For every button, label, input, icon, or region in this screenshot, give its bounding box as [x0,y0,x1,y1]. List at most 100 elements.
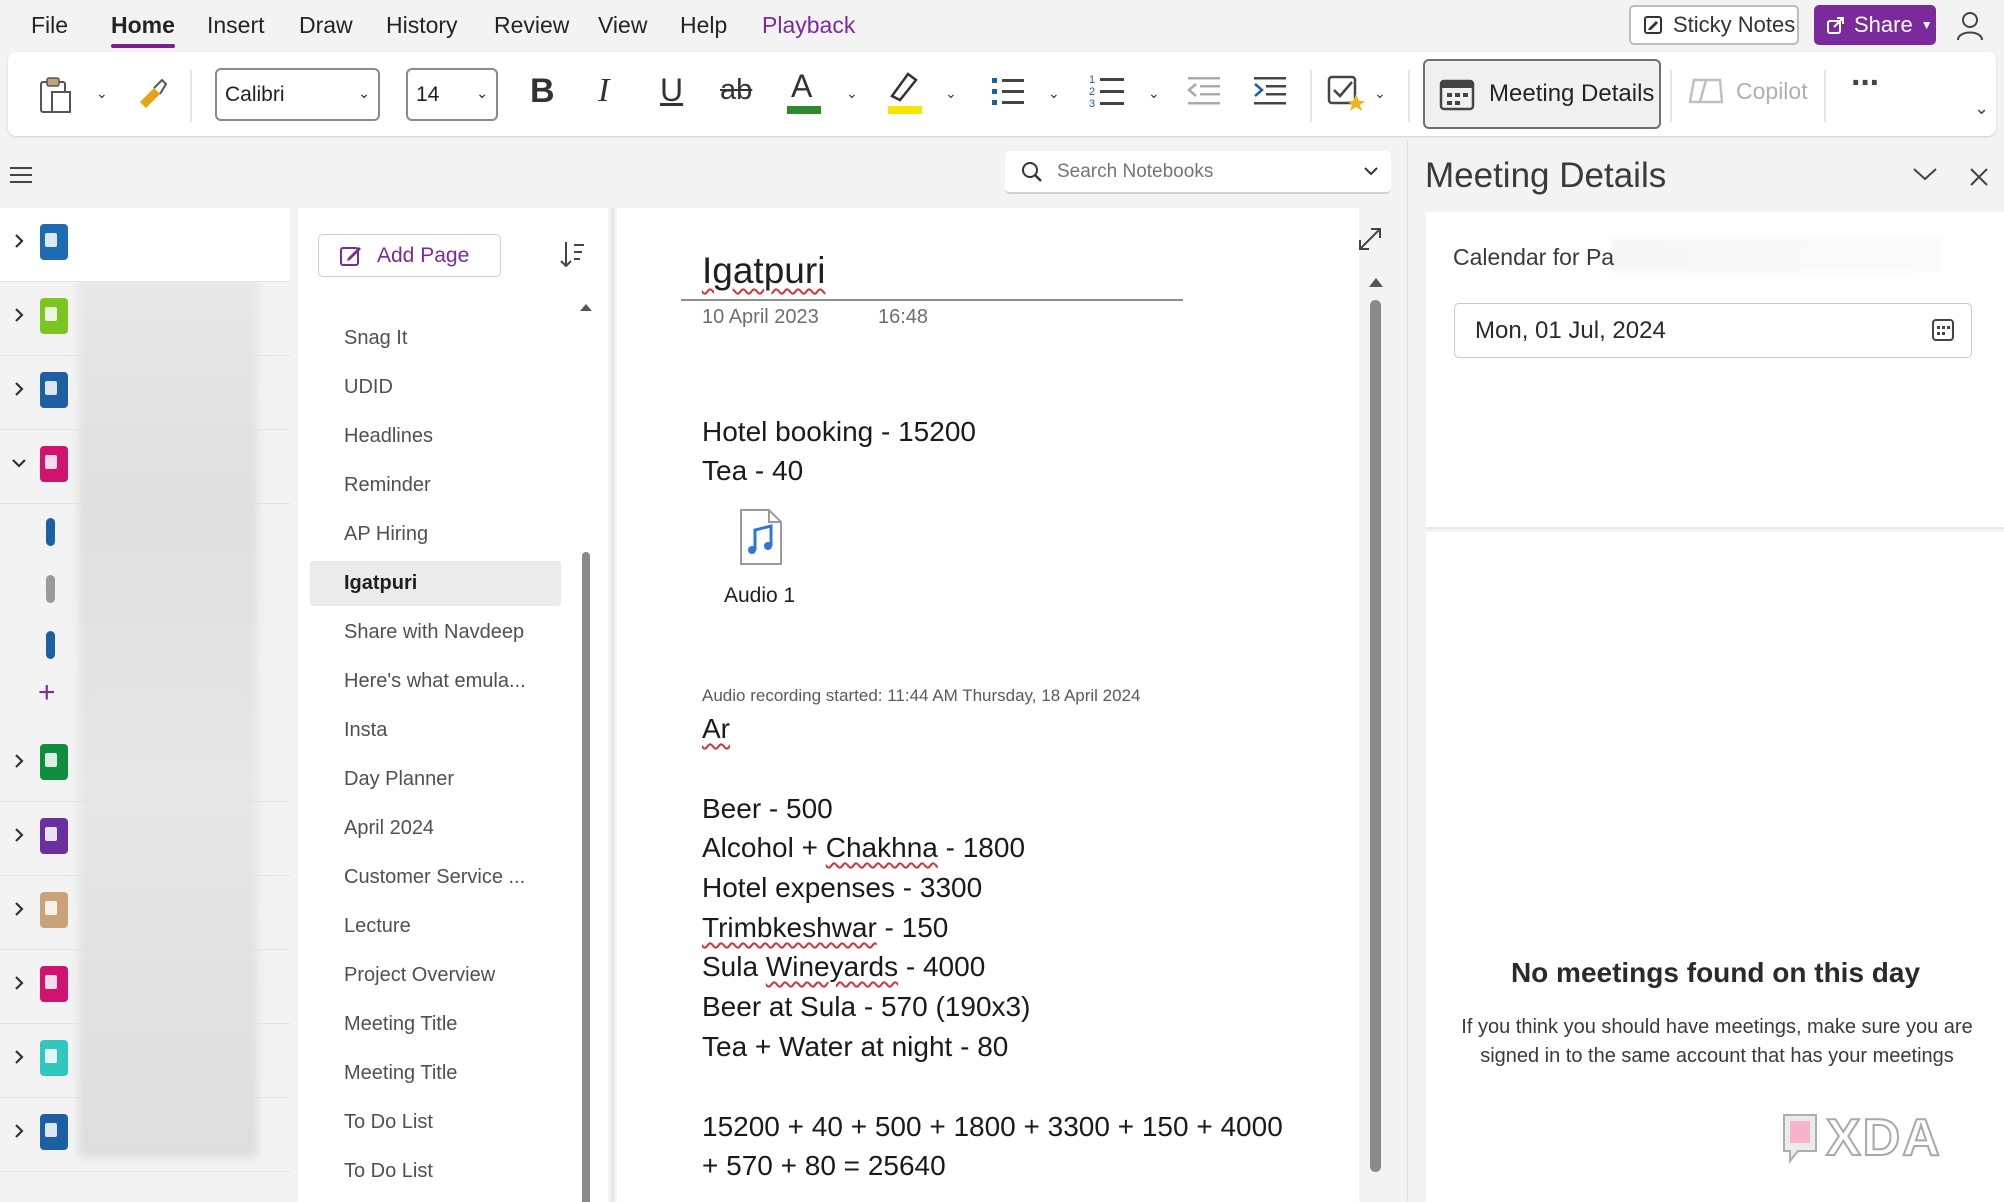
page-list-item[interactable]: Here's what emula... [310,659,561,704]
font-color-icon[interactable]: A [784,68,824,114]
page-list-item[interactable]: Lecture [310,904,561,949]
menu-help[interactable]: Help [680,12,727,39]
add-section-button[interactable]: + [38,676,56,710]
section-tab[interactable] [46,518,55,546]
meeting-details-button[interactable]: Meeting Details [1423,59,1661,129]
chevron-right-icon[interactable] [10,974,28,992]
note-line[interactable]: 15200 + 40 + 500 + 1800 + 3300 + 150 + 4… [702,1111,1283,1143]
chevron-right-icon[interactable] [10,900,28,918]
notebook-item[interactable] [0,728,290,802]
page-list-item[interactable]: Weekly Planner [310,1198,561,1202]
paste-icon[interactable] [38,76,72,114]
chevron-right-icon[interactable] [10,232,28,250]
share-button[interactable]: Share ▼ [1814,5,1936,45]
page-list-item[interactable]: Project Overview [310,953,561,998]
calendar-label[interactable]: Calendar for Pa [1453,244,1614,271]
page-list-item[interactable]: Customer Service ... [310,855,561,900]
page-list-item[interactable]: Insta [310,708,561,753]
hamburger-menu-icon[interactable] [10,166,32,184]
bold-icon[interactable]: B [530,72,555,111]
search-input[interactable] [1057,160,1357,183]
chevron-right-icon[interactable] [10,1122,28,1140]
chevron-down-icon[interactable] [10,454,28,472]
highlight-chevron-icon[interactable]: ⌄ [945,85,957,102]
menu-playback[interactable]: Playback [762,12,855,39]
chevron-right-icon[interactable] [10,380,28,398]
page-list-item[interactable]: Meeting Title [310,1051,561,1096]
page-list-item[interactable]: To Do List [310,1149,561,1194]
note-line[interactable]: Beer at Sula - 570 (190x3) [702,991,1030,1023]
section-tab[interactable] [46,575,55,603]
chevron-down-icon[interactable] [1363,164,1379,178]
font-color-chevron-icon[interactable]: ⌄ [846,85,858,102]
note-line[interactable]: Tea - 40 [702,455,803,487]
tag-todo-icon[interactable] [1326,72,1366,112]
collapse-pane-chevron-icon[interactable] [1912,166,1938,182]
menu-home[interactable]: Home [111,12,175,48]
page-list-item[interactable]: Igatpuri [310,561,561,606]
notebook-item[interactable] [0,282,290,356]
strikethrough-icon[interactable]: ab [720,74,752,107]
note-line[interactable]: Beer - 500 [702,793,833,825]
chevron-right-icon[interactable] [10,306,28,324]
sticky-notes-button[interactable]: Sticky Notes [1629,5,1799,45]
calendar-icon[interactable] [1931,318,1955,342]
numbered-list-icon[interactable]: 123 [1088,72,1126,110]
page-list-item[interactable]: UDID [310,365,561,410]
close-icon[interactable] [1969,167,1989,187]
highlight-icon[interactable] [884,68,924,114]
section-tab[interactable] [46,631,55,659]
note-line[interactable]: Trimbkeshwar - 150 [702,912,948,944]
menu-file[interactable]: File [31,12,68,39]
chevron-right-icon[interactable] [10,826,28,844]
page-list-item[interactable]: Reminder [310,463,561,508]
note-line[interactable]: Alcohol + Chakhna - 1800 [702,832,1025,864]
sort-pages-icon[interactable] [560,240,586,268]
notebook-item[interactable] [0,1024,290,1098]
collapse-ribbon-chevron-icon[interactable]: ⌄ [1974,98,1989,119]
paste-options-chevron-icon[interactable]: ⌄ [96,85,108,102]
note-canvas[interactable]: Igatpuri 10 April 2023 16:48 Hotel booki… [611,208,1383,1202]
audio-file-icon[interactable] [739,508,783,566]
decrease-indent-icon[interactable] [1186,74,1222,108]
note-line[interactable]: Hotel booking - 15200 [702,416,976,448]
note-line[interactable]: Tea + Water at night - 80 [702,1031,1008,1063]
font-name-select[interactable]: Calibri ⌄ [215,68,380,121]
page-list-item[interactable]: Share with Navdeep [310,610,561,655]
italic-icon[interactable]: I [598,72,609,110]
note-line[interactable]: + 570 + 80 = 25640 [702,1150,946,1182]
note-line[interactable]: Hotel expenses - 3300 [702,872,982,904]
more-options-icon[interactable]: ··· [1851,64,1881,103]
numbered-list-chevron-icon[interactable]: ⌄ [1148,85,1160,102]
menu-insert[interactable]: Insert [207,12,265,39]
notebook-item[interactable] [0,950,290,1024]
add-page-button[interactable]: Add Page [318,234,501,277]
chevron-right-icon[interactable] [10,752,28,770]
bullet-list-icon[interactable] [990,74,1026,108]
tag-chevron-icon[interactable]: ⌄ [1374,85,1386,102]
page-list-item[interactable]: Day Planner [310,757,561,802]
menu-review[interactable]: Review [494,12,569,39]
search-notebooks[interactable] [1005,151,1391,194]
canvas-scrollbar[interactable] [1370,300,1381,1172]
chevron-right-icon[interactable] [10,1048,28,1066]
menu-view[interactable]: View [598,12,647,39]
notebook-item[interactable] [0,876,290,950]
page-list-scrollbar[interactable] [582,552,590,1202]
menu-draw[interactable]: Draw [299,12,353,39]
scroll-up-arrow-icon[interactable] [579,302,593,312]
expand-page-icon[interactable] [1357,226,1383,252]
page-title[interactable]: Igatpuri [702,250,825,292]
copilot-button[interactable]: Copilot [1688,76,1808,106]
notebook-item[interactable] [0,356,290,430]
increase-indent-icon[interactable] [1252,74,1288,108]
note-line[interactable]: Sula Wineyards - 4000 [702,951,985,983]
font-size-select[interactable]: 14 ⌄ [406,68,498,121]
menu-history[interactable]: History [386,12,458,39]
page-list-item[interactable]: Headlines [310,414,561,459]
page-list-item[interactable]: To Do List [310,1100,561,1145]
note-line[interactable]: Ar [702,713,730,745]
people-feedback-icon[interactable] [1956,10,1988,42]
format-painter-icon[interactable] [136,78,168,110]
page-list-item[interactable]: Meeting Title [310,1002,561,1047]
